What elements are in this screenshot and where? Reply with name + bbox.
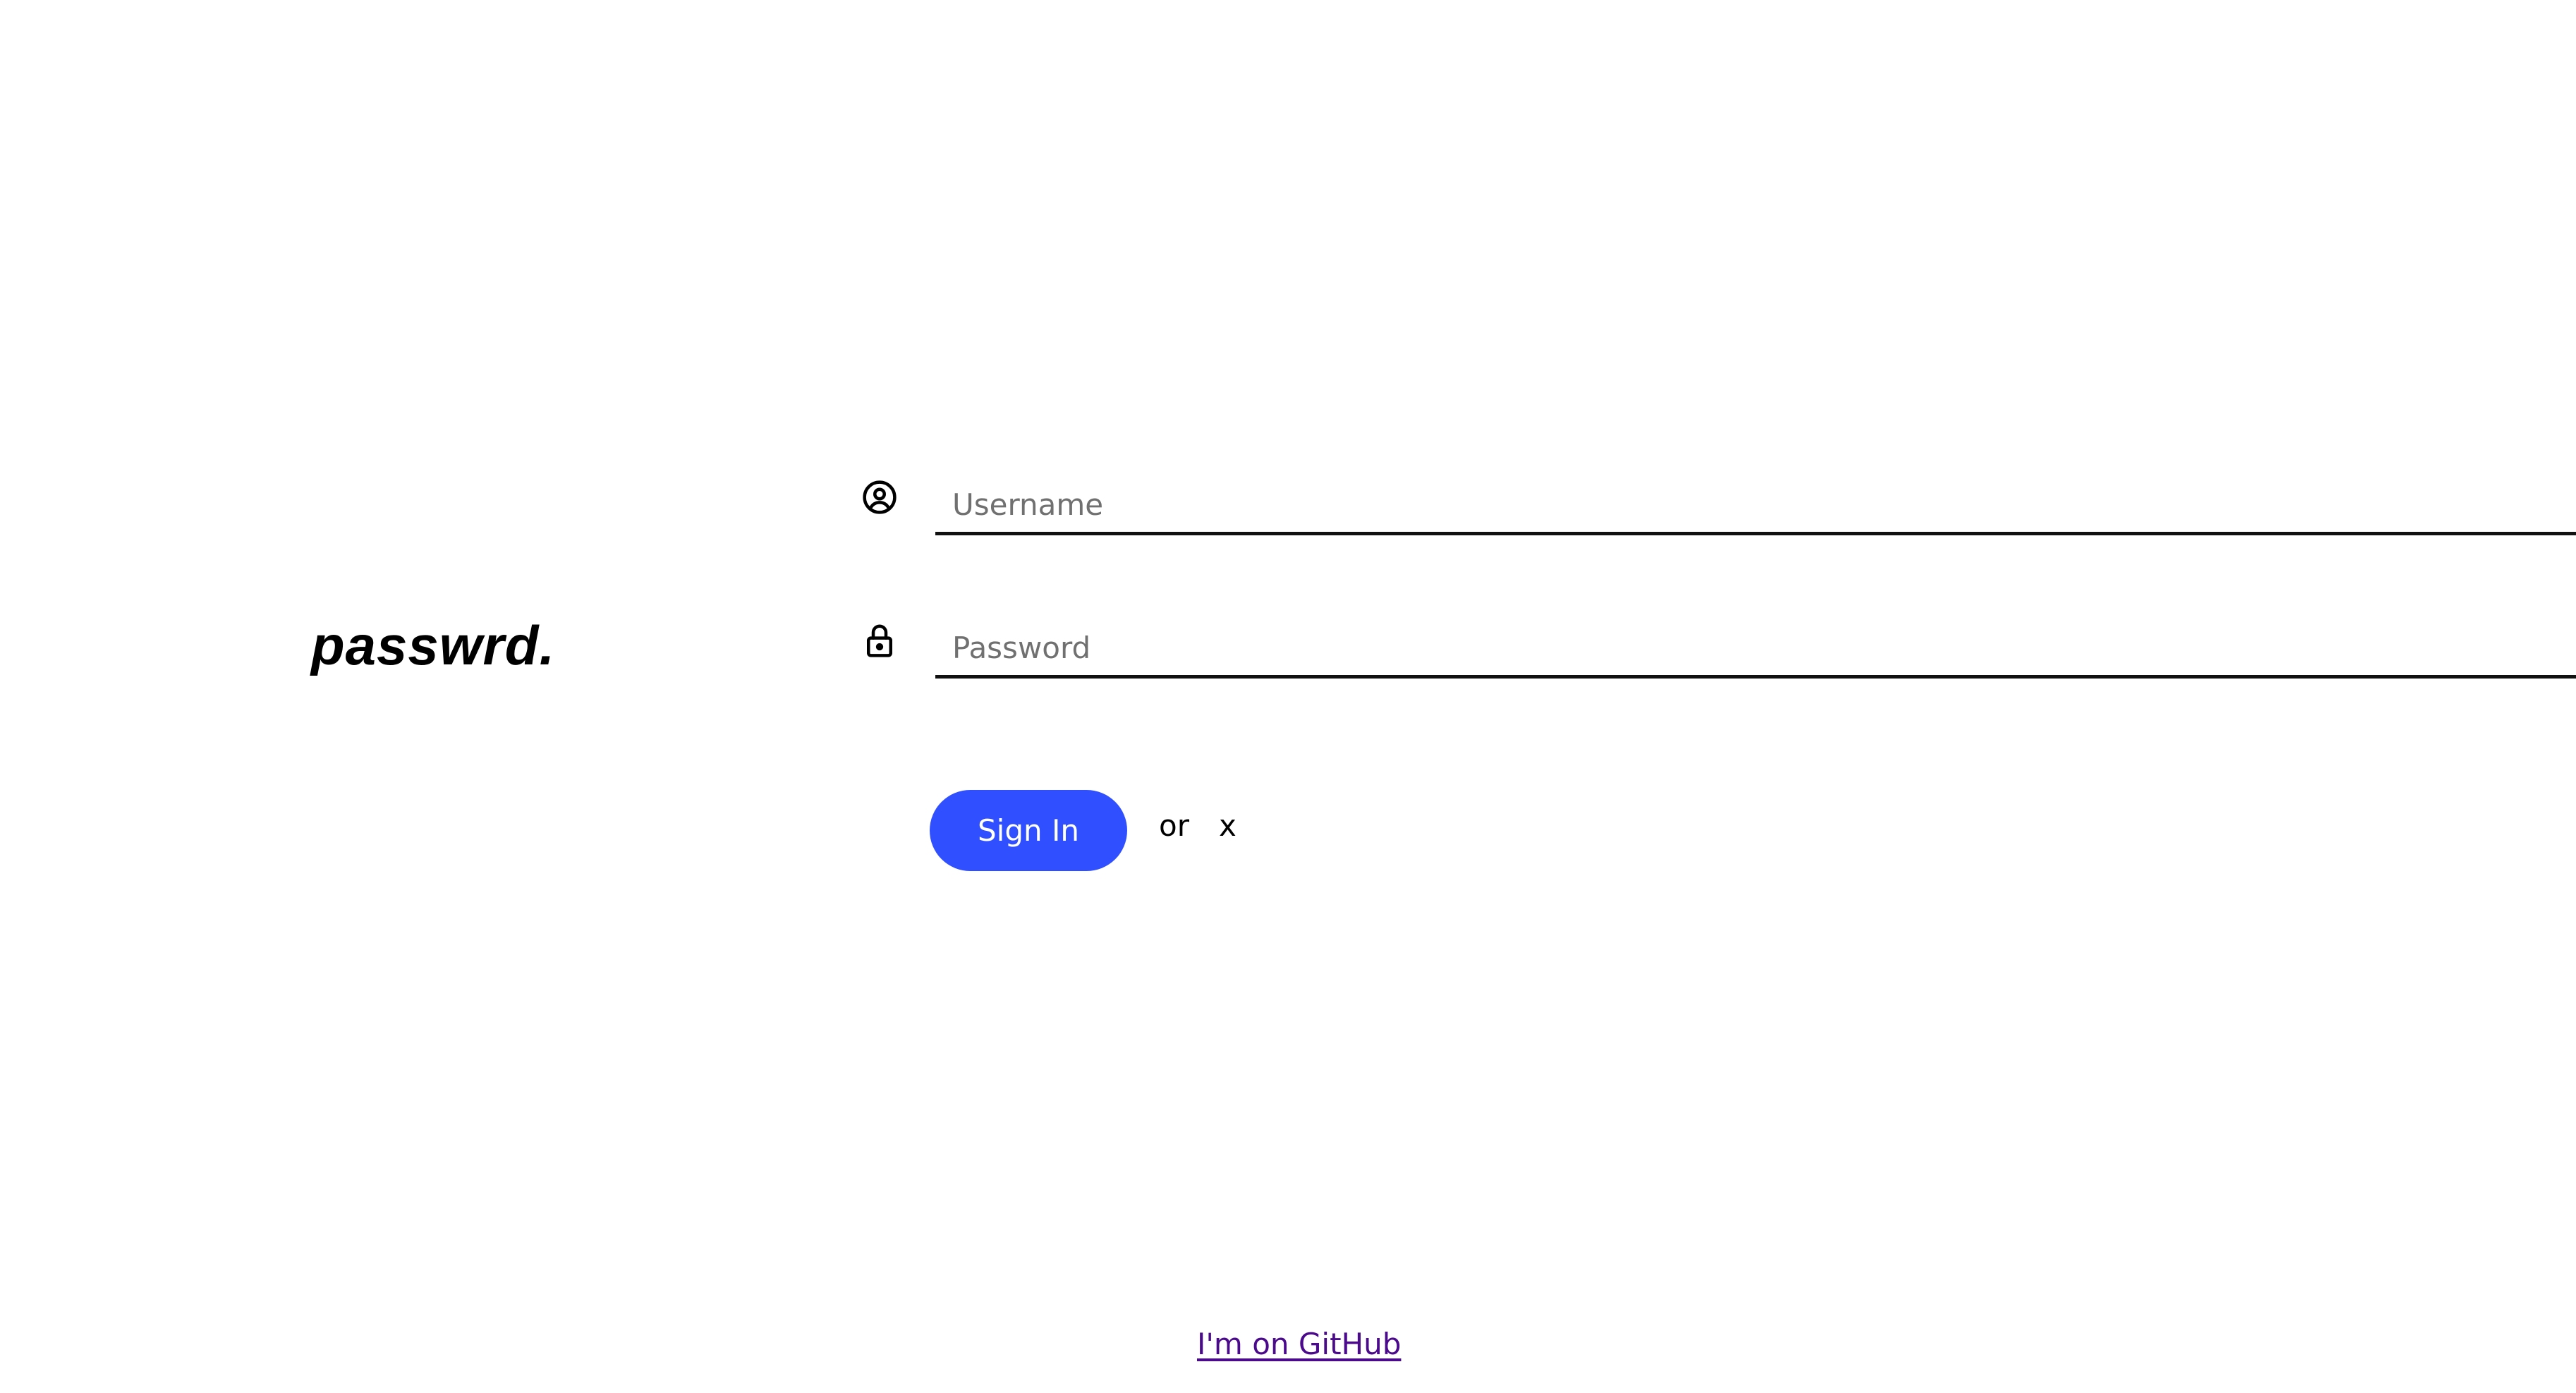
app-logo: passwrd. xyxy=(311,614,556,676)
user-circle-icon xyxy=(861,478,899,516)
sign-in-button[interactable]: Sign In xyxy=(930,790,1127,871)
or-separator: or xyxy=(1159,808,1189,843)
github-link[interactable]: I'm on GitHub xyxy=(1197,1330,1401,1359)
username-input[interactable] xyxy=(935,477,2576,532)
username-field-wrapper xyxy=(935,477,2576,535)
password-field-wrapper xyxy=(935,621,2576,679)
login-page: passwrd. Sign In or x I'm on GitHub xyxy=(0,0,2576,1393)
lock-icon xyxy=(861,621,899,659)
x-login-link[interactable]: x xyxy=(1219,811,1237,841)
password-input[interactable] xyxy=(935,621,2576,675)
